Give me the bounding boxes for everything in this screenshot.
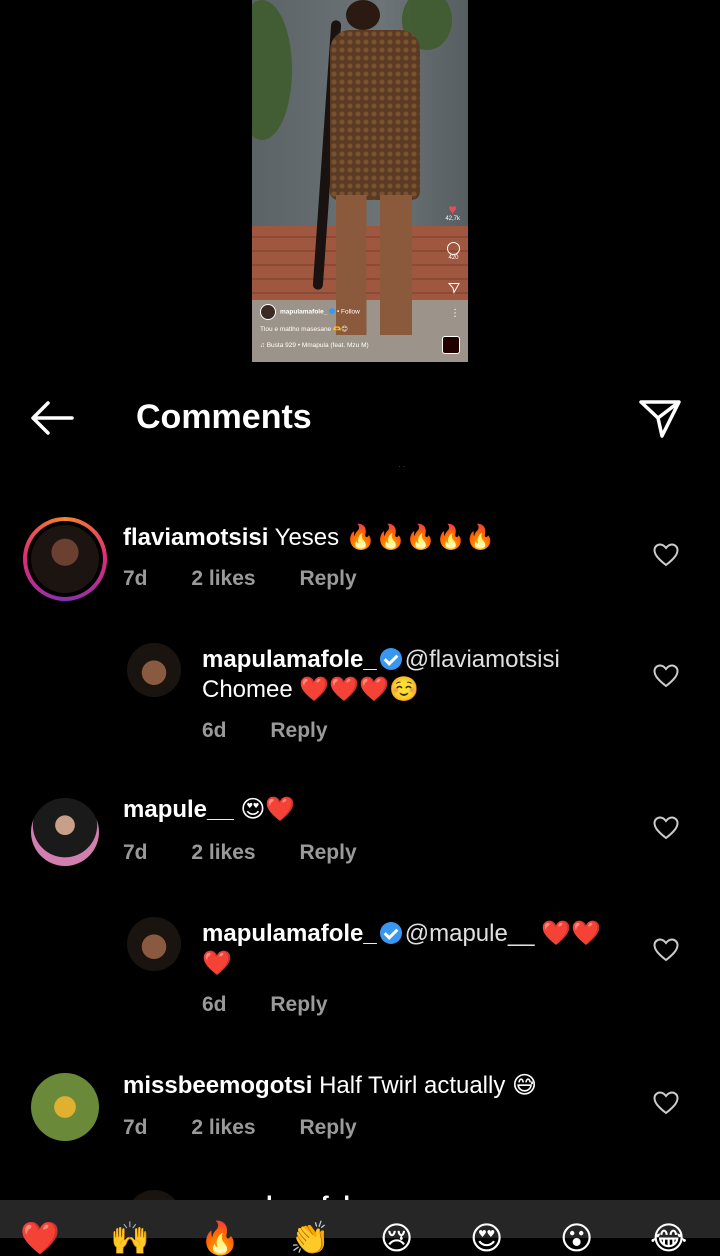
video-user-avatar (260, 304, 276, 320)
video-more-icon[interactable]: ⋮ (450, 308, 460, 319)
partial-comment-item: mapulamafole_ (0, 1184, 720, 1200)
comment-age: 7d (123, 567, 148, 590)
heart-outline-icon (653, 1091, 679, 1115)
video-likes-count: 42,7k (445, 216, 460, 222)
comment-meta: 7d 2 likes Reply (123, 1116, 395, 1140)
heart-outline-icon (653, 938, 679, 962)
comment-bubble-icon (447, 242, 460, 255)
comment-username[interactable]: mapulamafole_ (202, 646, 377, 673)
music-album-badge[interactable] (442, 336, 460, 354)
comment-meta: 6d Reply (202, 993, 366, 1017)
emoji-crying-button[interactable]: 😢 (380, 1222, 413, 1254)
comment-text: ❤️❤️ (541, 920, 601, 947)
video-thumbnail[interactable]: ♥ 42,7k 420 ⋮ mapulamafole_ • Follow Tlo… (252, 0, 468, 362)
like-comment-button[interactable] (653, 1091, 681, 1117)
video-caption: Tlou e matlho masesane 🫶😊 (260, 326, 348, 333)
emoji-fire-button[interactable]: 🔥 (200, 1222, 240, 1254)
arrow-left-icon (31, 401, 74, 435)
video-username: mapulamafole_ (280, 308, 328, 316)
video-like-stat[interactable]: ♥ 42,7k (445, 202, 460, 222)
video-share-button[interactable] (448, 282, 460, 294)
avatar[interactable] (31, 798, 99, 866)
comment-mention[interactable]: @flaviamotsisi (405, 646, 560, 673)
comment-meta: 7d 2 likes Reply (123, 841, 395, 865)
page-title: Comments (136, 398, 312, 436)
comment-age: 7d (123, 1116, 148, 1139)
like-comment-button[interactable] (653, 816, 681, 842)
comment-age: 6d (202, 719, 227, 742)
comment-text: Half Twirl actually 😅 (319, 1072, 538, 1099)
video-follow-link[interactable]: • Follow (337, 309, 360, 316)
reply-button[interactable]: Reply (299, 1116, 356, 1139)
comment-text-line: mapule__ 😍❤️ (123, 794, 295, 825)
reply-button[interactable]: Reply (270, 993, 327, 1016)
comment-text: 😍❤️ (240, 796, 296, 823)
comment-text-continued: ❤️ (202, 950, 232, 977)
verified-badge-icon (379, 922, 402, 944)
comment-username[interactable]: missbeemogotsi (123, 1072, 312, 1099)
comment-username[interactable]: flaviamotsisi (123, 524, 268, 551)
comment-likes[interactable]: 2 likes (191, 567, 255, 590)
share-button[interactable] (636, 394, 684, 442)
reply-button[interactable]: Reply (299, 567, 356, 590)
video-user-row[interactable]: mapulamafole_ • Follow (260, 304, 360, 320)
video-comments-count: 420 (448, 255, 459, 261)
video-person-head (346, 0, 380, 30)
emoji-heart-button[interactable]: ❤️ (20, 1222, 60, 1254)
send-icon (639, 400, 681, 438)
comment-meta: 6d Reply (202, 719, 366, 743)
video-comment-stat[interactable]: 420 (447, 242, 460, 261)
comment-age: 6d (202, 993, 227, 1016)
comment-likes[interactable]: 2 likes (191, 1116, 255, 1139)
like-comment-button[interactable] (653, 938, 681, 964)
comment-username[interactable]: mapulamafole_ (202, 920, 377, 947)
comment-text-line: mapulamafole_ @mapule__ ❤️❤️ (202, 918, 601, 949)
avatar[interactable] (31, 525, 99, 593)
back-button[interactable] (28, 398, 78, 438)
comment-text-line: mapulamafole_ @flaviamotsisi (202, 644, 560, 675)
avatar[interactable] (127, 917, 181, 971)
comment-text: Chomee ❤️❤️❤️☺️ (202, 676, 419, 703)
comment-text-line: missbeemogotsi Half Twirl actually 😅 (123, 1070, 537, 1101)
scroll-indicator: · · (398, 462, 406, 471)
avatar[interactable] (31, 1073, 99, 1141)
comment-username[interactable]: mapule__ (123, 796, 234, 823)
emoji-clap-button[interactable]: 👏 (290, 1222, 330, 1254)
reply-button[interactable]: Reply (299, 841, 356, 864)
comment-age: 7d (123, 841, 148, 864)
heart-outline-icon (653, 664, 679, 688)
emoji-surprised-button[interactable]: 😮 (560, 1222, 593, 1254)
emoji-raised-hands-button[interactable]: 🙌 (110, 1222, 150, 1254)
video-music-title: Busta 929 • Mmapula (feat. Mzu M) (266, 342, 369, 349)
comment-meta: 7d 2 likes Reply (123, 567, 395, 591)
avatar[interactable] (127, 643, 181, 697)
comment-username[interactable]: mapulamafole_ (202, 1190, 377, 1200)
reply-button[interactable]: Reply (270, 719, 327, 742)
comment-mention[interactable]: @mapule__ (405, 920, 535, 947)
emoji-laughing-button[interactable]: 😂 (650, 1222, 687, 1254)
comments-header: Comments (0, 384, 720, 454)
send-icon (448, 283, 460, 294)
emoji-reaction-bar: ❤️ 🙌 🔥 👏 😢 😍 😮 😂 (0, 1200, 720, 1254)
video-person-dress (330, 30, 420, 200)
comment-text-line: flaviamotsisi Yeses 🔥🔥🔥🔥🔥 (123, 522, 495, 553)
comment-text: Yeses 🔥🔥🔥🔥🔥 (274, 524, 496, 551)
avatar[interactable] (127, 1190, 181, 1200)
music-note-icon: ♫ (260, 342, 265, 349)
comment-likes[interactable]: 2 likes (191, 841, 255, 864)
heart-outline-icon (653, 543, 679, 567)
video-music-row[interactable]: ♫ Busta 929 • Mmapula (feat. Mzu M) (260, 342, 369, 349)
verified-badge-icon (379, 648, 402, 670)
heart-outline-icon (653, 816, 679, 840)
video-verified-icon (329, 307, 336, 314)
heart-filled-icon: ♥ (448, 201, 457, 217)
like-comment-button[interactable] (653, 543, 681, 569)
like-comment-button[interactable] (653, 664, 681, 690)
emoji-heart-eyes-button[interactable]: 😍 (470, 1222, 503, 1254)
